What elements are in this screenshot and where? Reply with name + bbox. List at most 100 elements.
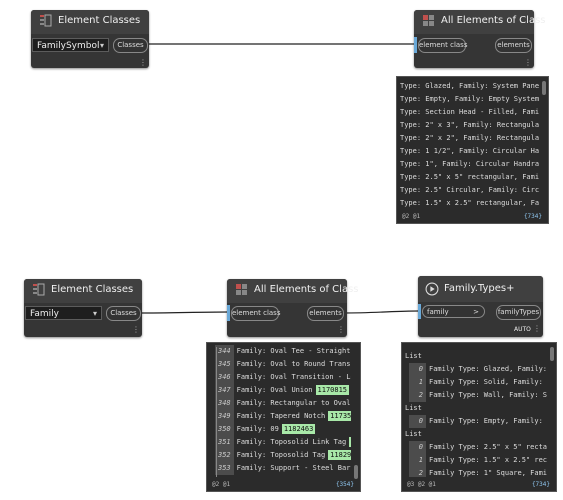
scrollbar[interactable]: [550, 347, 554, 361]
list-levels: @2 @1: [212, 481, 231, 488]
list-item: 1Family Type: 1.5" x 2.5" rectangular: [405, 454, 547, 467]
watch-preview-middle[interactable]: 344 Family: Oval Tee - Straight 345 Family:…: [206, 342, 361, 492]
custom-node-icon: [425, 282, 439, 296]
all-elements-node-bottom[interactable]: All Elements of Class element class elem…: [227, 279, 359, 337]
list-icon: [40, 14, 52, 27]
dropdown-value: Family: [30, 309, 59, 319]
wire-bottom-1: [138, 311, 229, 314]
class-dropdown[interactable]: FamilySymbol ▾: [32, 38, 109, 52]
item-text: Family Type: 1" Square, Family: Rect: [429, 469, 547, 477]
item-text: Family Type: 1.5" x 2.5" rectangular: [429, 456, 547, 464]
item-count: {354}: [335, 481, 354, 488]
input-port-family[interactable]: family >: [422, 305, 485, 318]
list-item: Type: 2" x 2", Family: Rectangular Handr: [400, 132, 539, 145]
class-dropdown[interactable]: Family ▾: [25, 306, 102, 320]
input-port-element-class[interactable]: element class: [231, 306, 280, 321]
element-id-tag[interactable]: 1173536: [328, 411, 351, 421]
node-menu-icon[interactable]: ⋮: [337, 326, 345, 334]
node-menu-icon[interactable]: ⋮: [132, 326, 140, 334]
list-index: 0: [409, 441, 426, 454]
list-index: 1: [409, 376, 426, 389]
item-text: Type: 2" x 3", Family: Rectangular Handr: [400, 121, 539, 129]
list-item: Type: 1", Family: Circular Handrail28: [400, 158, 539, 171]
output-port-elements[interactable]: elements: [495, 38, 532, 53]
input-port-element-class[interactable]: element class: [418, 38, 467, 53]
family-types-node[interactable]: Family.Types+ family > familyTypes AUTO …: [418, 276, 543, 337]
tree-line: [216, 347, 217, 477]
element-id-tag[interactable]: 1170815: [315, 385, 350, 395]
list-label: List: [405, 402, 547, 415]
node-title: All Elements of Class: [441, 15, 546, 26]
output-port-elements[interactable]: elements: [307, 306, 344, 321]
scrollbar[interactable]: [542, 81, 546, 95]
list-index: 346: [215, 371, 234, 384]
all-elements-node-top[interactable]: All Elements of Class element class elem…: [414, 10, 546, 68]
list-index: 344: [215, 345, 234, 358]
item-text: Family: Toposolid Tag: [236, 451, 326, 459]
input-port-indicator: [414, 37, 417, 53]
item-text: Family: Tapered Notch: [236, 412, 326, 420]
chevron-down-icon: ▾: [92, 309, 97, 318]
list-item: 344 Family: Oval Tee - Straight: [215, 345, 351, 358]
list-item: 353 Family: Support - Steel Bar: [215, 462, 351, 475]
list-index: 345: [215, 358, 234, 371]
element-id-tag[interactable]: 1182974: [328, 450, 351, 460]
item-text: Type: 1.5" x 2.5" rectangular, Family:: [400, 199, 539, 207]
list-icon: [33, 283, 45, 296]
element-id-tag[interactable]: 1182463: [281, 424, 316, 434]
item-text: Family Type: Solid, Family: System F: [429, 378, 547, 386]
item-text: Family: Oval Union: [236, 386, 313, 394]
chevron-right-icon: >: [473, 308, 479, 316]
list-item: Type: 2" x 3", Family: Rectangular Handr: [400, 119, 539, 132]
watch-preview-right[interactable]: List0Family Type: Glazed, Family: System…: [401, 342, 557, 492]
list-item: 0Family Type: 2.5" x 5" rectangular,: [405, 441, 547, 454]
item-text: Family: Toposolid Link Tag: [236, 438, 347, 446]
output-port-familytypes[interactable]: familyTypes: [496, 305, 541, 320]
node-menu-icon[interactable]: ⋮: [524, 59, 532, 67]
list-header: List: [405, 430, 422, 438]
wire-bottom-2: [342, 310, 419, 314]
scrollbar[interactable]: [354, 465, 358, 479]
node-menu-icon[interactable]: ⋮: [139, 59, 147, 67]
list-item: Type: 1 1/2", Family: Circular Handrail: [400, 145, 539, 158]
item-text: Family: Support - Steel Bar: [236, 464, 351, 472]
node-title: Element Classes: [58, 15, 141, 26]
item-text: Family: 09: [236, 425, 279, 433]
list-label: List: [405, 350, 547, 363]
list-item: 0Family Type: Empty, Family: Empty Sy: [405, 415, 547, 428]
list-label: List: [405, 428, 547, 441]
list-index: 349: [215, 410, 234, 423]
elements-icon: [236, 284, 247, 295]
list-item: 346 Family: Oval Transition - Leng: [215, 371, 351, 384]
element-classes-node-bottom[interactable]: Element Classes Family ▾ Classes ⋮: [24, 279, 142, 337]
watch-body: 344 Family: Oval Tee - Straight 345 Family:…: [215, 345, 351, 477]
item-text: Type: 2.5" Circular, Family: Circular M: [400, 186, 539, 194]
list-item: Type: 2.5" Circular, Family: Circular M: [400, 184, 539, 197]
node-title: Element Classes: [51, 284, 134, 295]
list-index: 351: [215, 436, 234, 449]
item-text: Type: 2" x 2", Family: Rectangular Handr: [400, 134, 539, 142]
output-port-classes[interactable]: Classes: [113, 38, 148, 53]
element-id-tag[interactable]: 1: [349, 437, 351, 447]
list-item: 351Family: Toposolid Link Tag1: [215, 436, 351, 449]
item-text: Type: 2.5" x 5" rectangular, Family: Re: [400, 173, 539, 181]
list-item: 2Family Type: Wall, Family: System Pa: [405, 389, 547, 402]
item-count: {734}: [523, 213, 542, 220]
watch-body: Type: Glazed, Family: System Panel209 Typ…: [400, 80, 539, 209]
node-menu-icon[interactable]: ⋮: [533, 325, 541, 333]
watch-preview-top[interactable]: Type: Glazed, Family: System Panel209 Typ…: [396, 76, 549, 224]
chevron-down-icon: ▾: [99, 41, 104, 50]
element-classes-node-top[interactable]: Element Classes FamilySymbol ▾ Classes ⋮: [31, 10, 149, 68]
list-item: 347 Family: Oval Union 1170815: [215, 384, 351, 397]
item-text: Type: 1 1/2", Family: Circular Handrail: [400, 147, 539, 155]
list-item: 345 Family: Oval to Round Transit: [215, 358, 351, 371]
list-item: Type: Glazed, Family: System Panel209: [400, 80, 539, 93]
list-item: 350 Family: 09 1182463: [215, 423, 351, 436]
list-index: 0: [409, 363, 426, 376]
list-item: 352Family: Toposolid Tag1182974: [215, 449, 351, 462]
item-count: {734}: [531, 481, 550, 488]
list-index: 352: [215, 449, 234, 462]
list-index: 347: [215, 384, 234, 397]
list-item: Type: 2.5" x 5" rectangular, Family: Re: [400, 171, 539, 184]
output-port-classes[interactable]: Classes: [106, 306, 141, 321]
